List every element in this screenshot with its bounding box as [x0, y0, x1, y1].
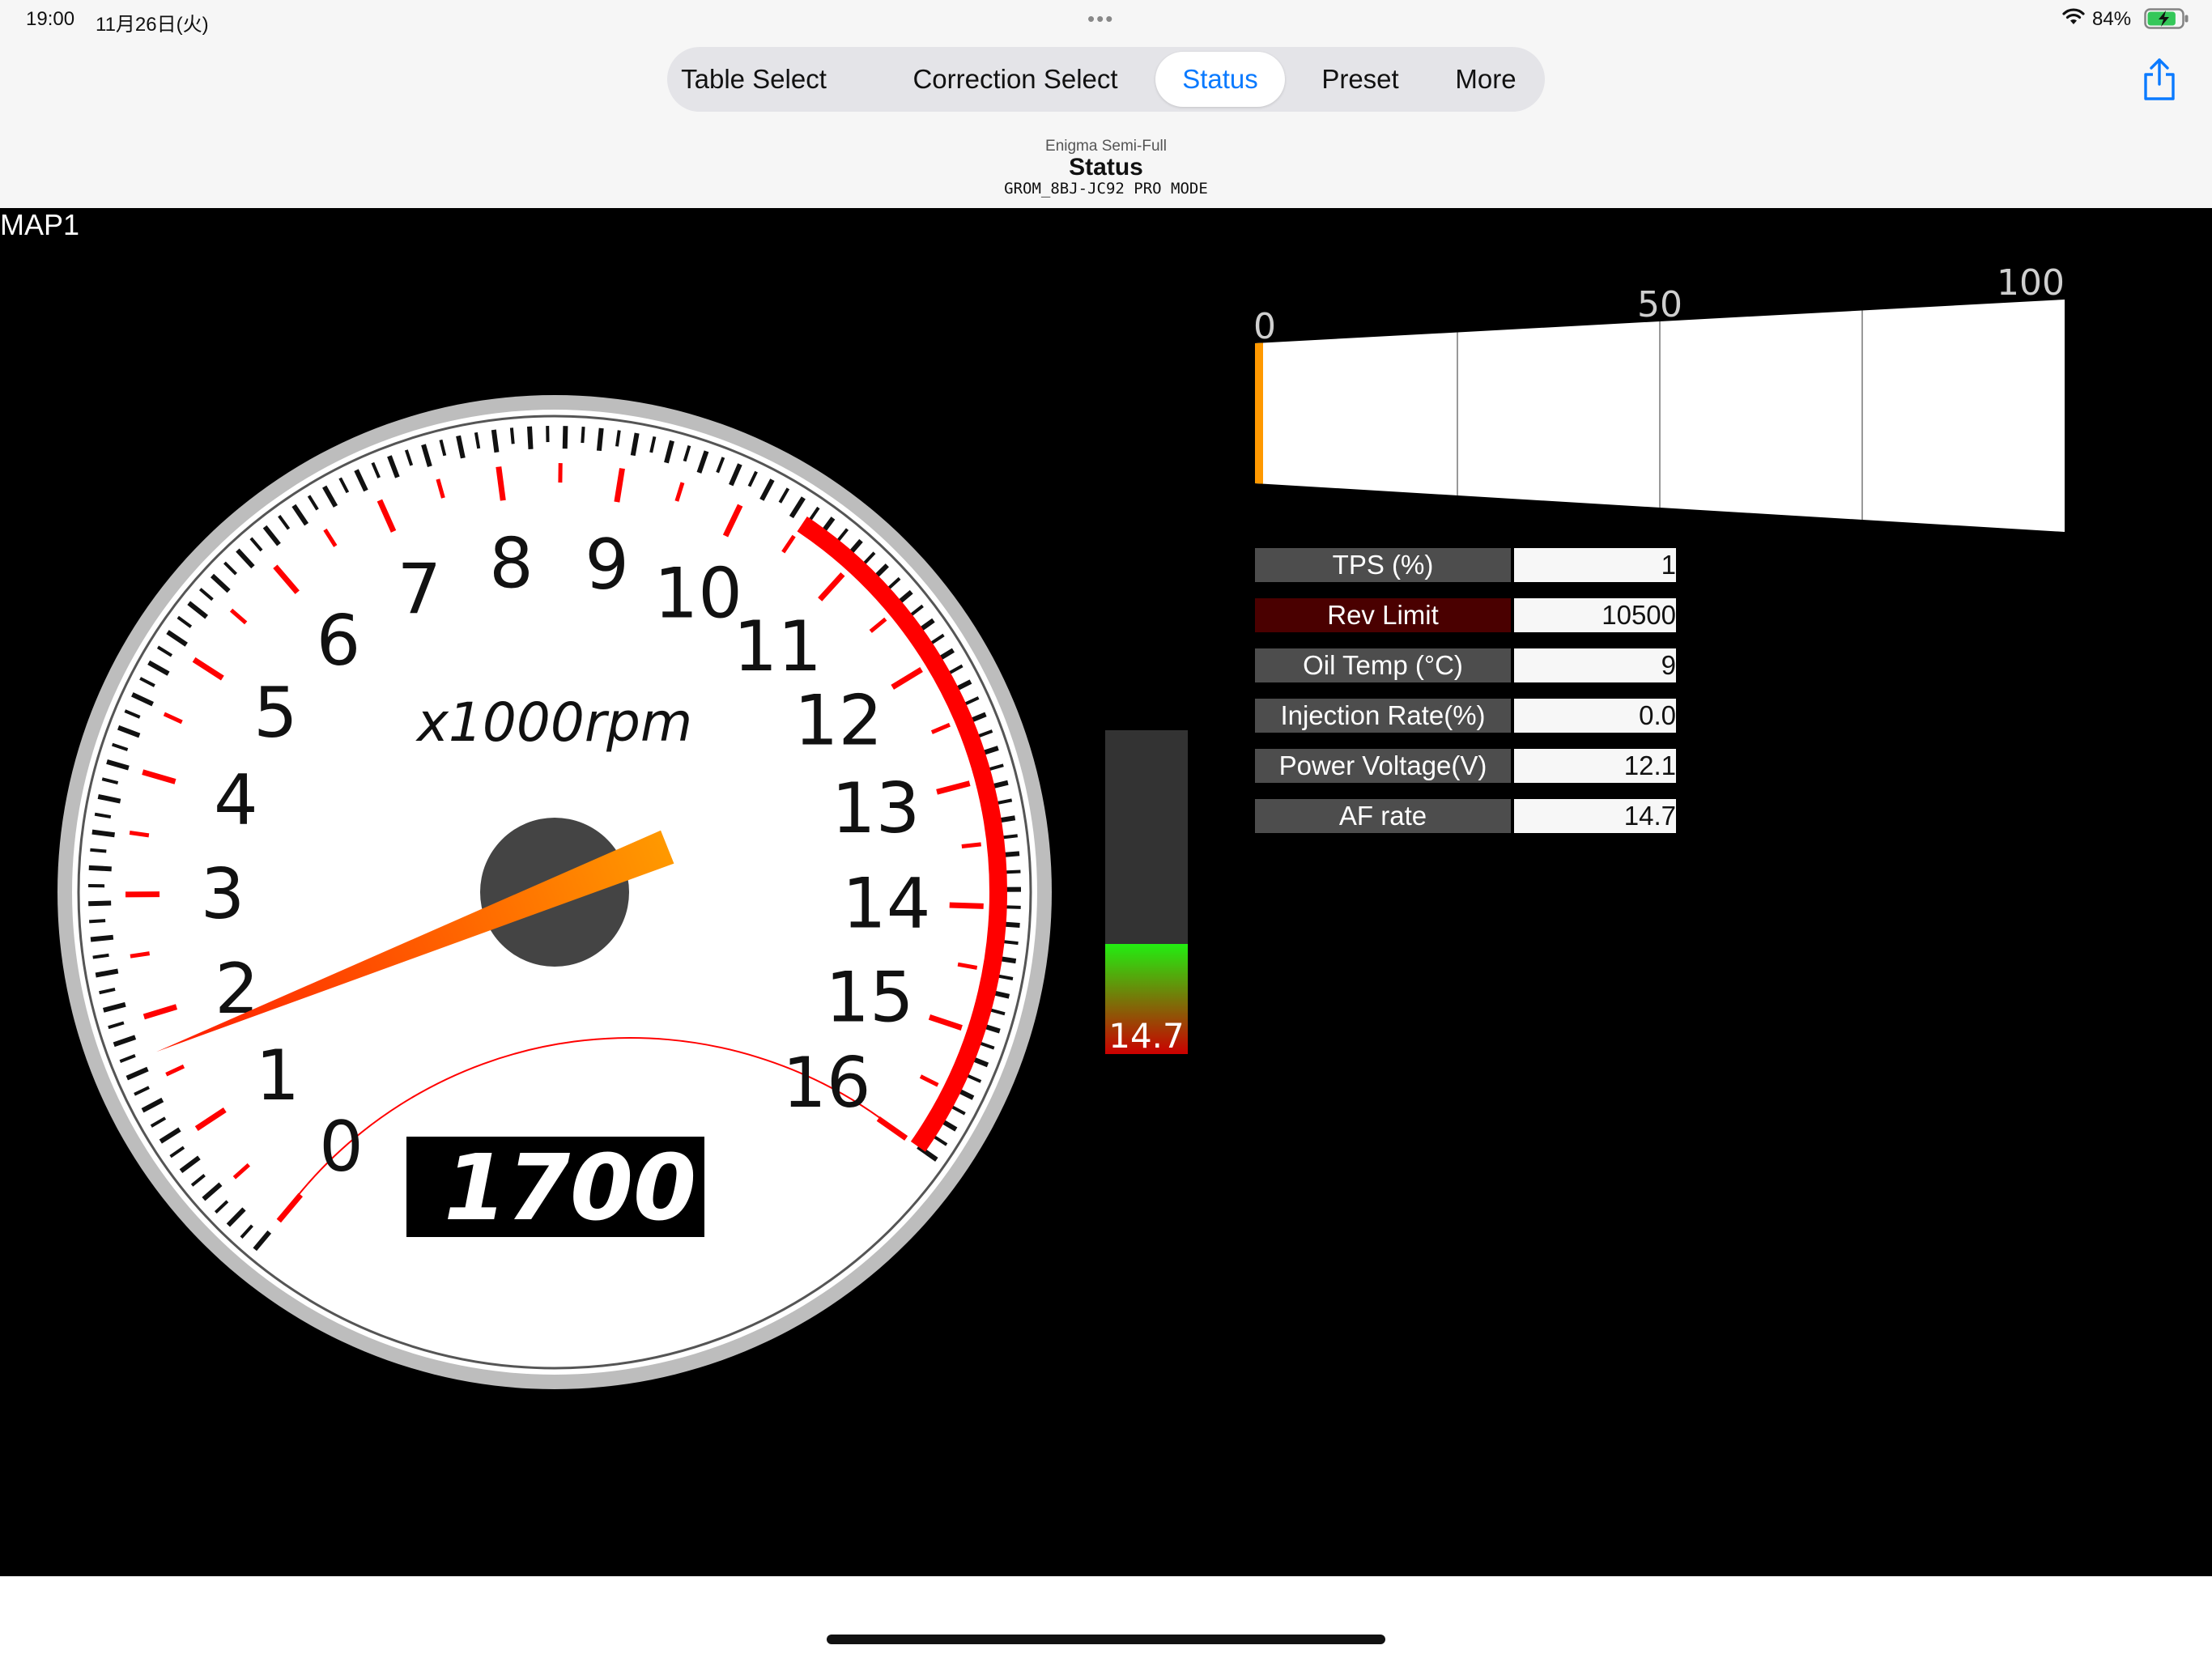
home-indicator[interactable]: [827, 1635, 1385, 1644]
multitasking-dots[interactable]: •••: [1087, 6, 1114, 32]
status-panel: MAP1 0 1 2 3 4 5 6 7 8 9 10 11 12 13 14 15 16 x1000rpm 170…: [0, 208, 2212, 1576]
reading-label: Oil Temp (°C): [1255, 648, 1511, 682]
tach-major-tick: [949, 902, 984, 909]
status-date: 11月26日(火): [96, 14, 209, 36]
tab-bar: Table Select Correction Select Status Pr…: [667, 47, 1545, 112]
tach-scale-label: 11: [734, 606, 822, 687]
reading-row-af-rate: AF rate 14.7: [1255, 799, 1676, 833]
throttle-indicator: [1255, 342, 1263, 484]
rpm-readout: 1700: [444, 1136, 696, 1241]
tach-outer-tick: [90, 934, 114, 942]
throttle-bar: 0 50 100: [1253, 265, 2065, 532]
tach-outer-tick: [491, 429, 500, 453]
page-subtitle: Enigma Semi-Full: [1045, 138, 1167, 155]
tach-scale-label: 3: [201, 854, 245, 935]
tach-outer-tick: [596, 427, 604, 452]
tach-outer-tick: [581, 426, 585, 444]
reading-value: 1: [1514, 548, 1676, 582]
reading-label: Injection Rate(%): [1255, 699, 1511, 733]
reading-row-tps: TPS (%) 1: [1255, 548, 1676, 582]
tach-scale-label: 4: [214, 759, 258, 840]
tab-correction-select[interactable]: Correction Select: [894, 52, 1137, 107]
reading-value: 10500: [1514, 598, 1676, 632]
tab-preset[interactable]: Preset: [1304, 52, 1417, 107]
reading-label: Power Voltage(V): [1255, 749, 1511, 783]
tach-scale-label: 6: [317, 601, 361, 682]
tach-scale-label: 13: [832, 768, 920, 849]
tach-outer-tick: [615, 430, 621, 447]
tach-scale-label: 9: [585, 525, 629, 606]
reading-label: AF rate: [1255, 799, 1511, 833]
tach-unit-label: x1000rpm: [415, 691, 692, 754]
reading-row-injection-rate: Injection Rate(%) 0.0: [1255, 699, 1676, 733]
tach-outer-tick: [88, 900, 112, 907]
tach-major-tick: [129, 831, 150, 838]
reading-value: 14.7: [1514, 799, 1676, 833]
status-time: 19:00: [26, 8, 75, 30]
battery-percent: 84%: [2092, 8, 2132, 30]
mode-label: GROM_8BJ-JC92 PRO MODE: [1004, 180, 1208, 198]
tach-outer-tick: [91, 829, 115, 838]
af-gauge-readout: 14.7: [1108, 1016, 1185, 1054]
tach-scale-label: 1: [256, 1035, 300, 1116]
reading-label: TPS (%): [1255, 548, 1511, 582]
battery-charging-icon: [2144, 8, 2189, 33]
tach-scale-label: 5: [253, 673, 298, 754]
reading-row-rev-limit: Rev Limit 10500: [1255, 598, 1676, 632]
reading-row-power-voltage: Power Voltage(V) 12.1: [1255, 749, 1676, 783]
tab-table-select[interactable]: Table Select: [678, 52, 829, 107]
tach-outer-tick: [509, 427, 515, 444]
tach-outer-tick: [92, 953, 109, 959]
tach-major-tick: [961, 842, 981, 849]
status-bar: 19:00 11月26日(火) ••• 84%: [0, 0, 2212, 39]
tach-scale-label: 12: [794, 680, 883, 761]
tab-status[interactable]: Status: [1155, 52, 1285, 107]
reading-row-oil-temp: Oil Temp (°C) 9: [1255, 648, 1676, 682]
tach-outer-tick: [90, 848, 107, 853]
bottom-area: [0, 1576, 2212, 1658]
share-icon[interactable]: [2141, 57, 2178, 102]
throttle-scale-label: 100: [1997, 265, 2065, 304]
tach-scale-label: 10: [654, 553, 742, 634]
tab-more[interactable]: More: [1433, 52, 1538, 107]
tach-scale-label: 15: [825, 958, 913, 1039]
reading-value: 12.1: [1514, 749, 1676, 783]
tach-outer-tick: [562, 426, 568, 449]
wifi-icon: [2061, 6, 2086, 30]
reading-value: 0.0: [1514, 699, 1676, 733]
tach-outer-tick: [88, 865, 112, 872]
throttle-scale-label: 0: [1253, 306, 1276, 347]
tach-outer-tick: [527, 426, 534, 449]
page-title: Status: [1069, 154, 1143, 181]
tach-scale-label: 0: [319, 1107, 364, 1188]
tachometer: 01234567 8 9 10111213141516x1000rpm1700: [57, 395, 1052, 1389]
tach-scale-label: 16: [782, 1043, 870, 1124]
tach-major-tick: [130, 951, 151, 959]
reading-value: 9: [1514, 648, 1676, 682]
tach-scale-label: 8: [489, 524, 534, 605]
af-rate-gauge: 14.7: [1105, 730, 1188, 1054]
tach-outer-tick: [89, 919, 106, 924]
tach-scale-label: 14: [842, 863, 930, 944]
throttle-scale-label: 50: [1637, 284, 1682, 325]
tach-scale-label: 7: [397, 550, 441, 631]
reading-label: Rev Limit: [1255, 598, 1511, 632]
map-label: MAP1: [0, 208, 80, 241]
